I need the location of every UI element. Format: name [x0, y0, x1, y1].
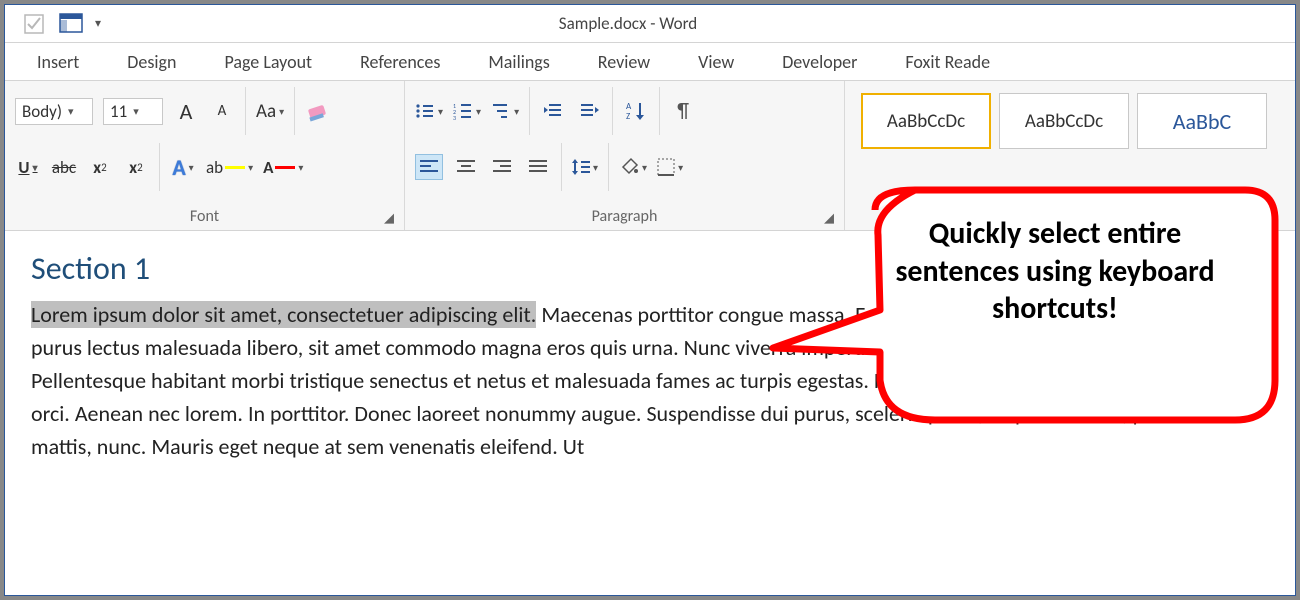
font-name-value: Body)	[22, 101, 62, 122]
ribbon-tabs: Insert Design Page Layout References Mai…	[5, 43, 1295, 81]
line-spacing-button[interactable]	[572, 154, 598, 180]
svg-text:Z: Z	[626, 111, 630, 121]
sort-button[interactable]: AZ	[623, 98, 649, 124]
highlight-swatch	[225, 166, 245, 169]
font-color-button[interactable]: A	[263, 154, 303, 180]
numbering-button[interactable]: 123	[453, 98, 481, 124]
style-nospacing-tile[interactable]: AaBbCcDc	[999, 93, 1129, 149]
chevron-down-icon: ▾	[133, 105, 139, 118]
word-window: ▾ Sample.docx - Word Insert Design Page …	[4, 4, 1296, 596]
svg-text:3: 3	[453, 114, 456, 120]
tab-view[interactable]: View	[674, 45, 758, 79]
font-group: Body) ▾ 11 ▾ A A Aa U abc	[5, 81, 405, 230]
tab-mailings[interactable]: Mailings	[464, 45, 573, 79]
callout-text: Quickly select entire sentences using ke…	[875, 215, 1235, 328]
multilevel-icon	[491, 102, 511, 120]
tab-references[interactable]: References	[336, 45, 464, 79]
eraser-icon	[305, 99, 331, 123]
outdent-icon	[543, 102, 563, 120]
selected-sentence[interactable]: Lorem ipsum dolor sit amet, consectetuer…	[31, 301, 536, 328]
grow-font-button[interactable]: A	[173, 98, 199, 124]
separator	[159, 143, 160, 191]
align-right-button[interactable]	[489, 154, 515, 180]
separator	[529, 87, 530, 135]
window-layout-icon[interactable]	[59, 13, 81, 35]
borders-button[interactable]	[657, 154, 683, 180]
paint-bucket-icon	[619, 157, 639, 177]
font-dialog-launcher[interactable]: ◢	[384, 211, 400, 227]
separator	[612, 87, 613, 135]
separator	[659, 87, 660, 135]
align-left-button[interactable]	[415, 154, 443, 180]
tab-insert[interactable]: Insert	[13, 45, 103, 79]
align-center-button[interactable]	[453, 154, 479, 180]
tab-developer[interactable]: Developer	[758, 45, 881, 79]
font-size-dropdown[interactable]: 11 ▾	[103, 98, 163, 125]
separator	[608, 143, 609, 191]
title-bar: ▾ Sample.docx - Word	[5, 5, 1295, 43]
sort-icon: AZ	[626, 101, 646, 121]
chevron-down-icon: ▾	[68, 105, 74, 118]
font-group-label: Font	[15, 203, 394, 228]
shrink-font-button[interactable]: A	[209, 98, 235, 124]
quick-access-toolbar: ▾	[5, 13, 101, 35]
show-hide-marks-button[interactable]: ¶	[670, 98, 696, 124]
style-heading1-tile[interactable]: AaBbC	[1137, 93, 1267, 149]
shading-button[interactable]	[619, 154, 647, 180]
bullets-icon	[415, 102, 435, 120]
multilevel-list-button[interactable]	[491, 98, 519, 124]
change-case-button[interactable]: Aa	[256, 98, 284, 124]
underline-button[interactable]: U	[15, 154, 41, 180]
strikethrough-button[interactable]: abc	[51, 154, 77, 180]
numbering-icon: 123	[453, 102, 473, 120]
align-right-icon	[493, 159, 511, 175]
decrease-indent-button[interactable]	[540, 98, 566, 124]
tab-page-layout[interactable]: Page Layout	[200, 45, 336, 79]
style-normal-tile[interactable]: AaBbCcDc	[861, 93, 991, 149]
increase-indent-button[interactable]	[576, 98, 602, 124]
indent-icon	[579, 102, 599, 120]
clear-formatting-button[interactable]	[305, 98, 331, 124]
window-title: Sample.docx - Word	[101, 13, 1155, 34]
font-size-value: 11	[110, 101, 127, 122]
separator	[561, 143, 562, 191]
align-left-icon	[420, 159, 438, 175]
separator	[294, 87, 295, 135]
borders-icon	[657, 158, 675, 176]
justify-button[interactable]	[525, 154, 551, 180]
justify-icon	[529, 159, 547, 175]
text-effects-button[interactable]: A	[170, 154, 196, 180]
font-name-dropdown[interactable]: Body) ▾	[15, 98, 93, 125]
superscript-button[interactable]: x2	[123, 154, 149, 180]
bullets-button[interactable]	[415, 98, 443, 124]
tab-foxit-reader[interactable]: Foxit Reade	[881, 45, 1014, 79]
subscript-button[interactable]: x2	[87, 154, 113, 180]
line-spacing-icon	[572, 158, 590, 176]
align-center-icon	[457, 159, 475, 175]
separator	[245, 87, 246, 135]
tab-design[interactable]: Design	[103, 45, 200, 79]
checkbox-qat-icon[interactable]	[23, 13, 45, 35]
highlight-color-button[interactable]: ab	[206, 154, 253, 180]
font-color-swatch	[275, 166, 295, 169]
tab-review[interactable]: Review	[574, 45, 674, 79]
